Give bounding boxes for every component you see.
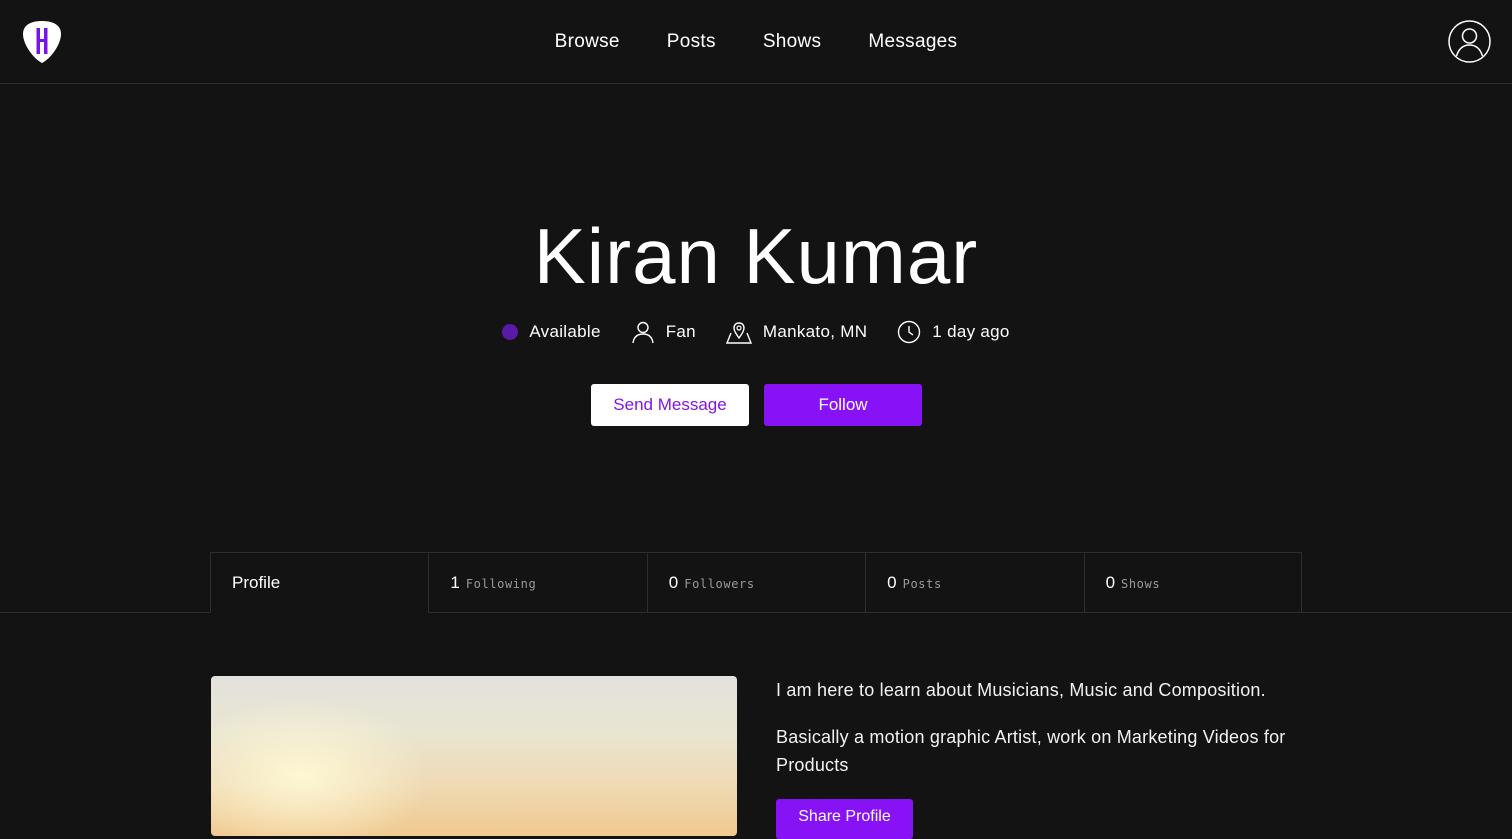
clock-icon: [898, 320, 921, 344]
bio-paragraph: I am here to learn about Musicians, Musi…: [776, 680, 1266, 700]
shows-count: 0: [1105, 572, 1116, 592]
shows-label: Shows: [1121, 577, 1161, 591]
location-label: Mankato, MN: [762, 322, 868, 341]
follow-button[interactable]: Follow: [764, 384, 922, 426]
share-profile-button[interactable]: Share Profile: [776, 799, 913, 839]
tab-following[interactable]: 1 Following: [428, 552, 647, 613]
status-dot-icon: [502, 324, 519, 340]
nav-posts[interactable]: Posts: [667, 31, 716, 53]
followers-count: 0: [668, 572, 679, 592]
tab-posts[interactable]: 0 Posts: [865, 552, 1084, 613]
profile-meta: Available Fan Mankato, MN 1 day ago: [0, 318, 1512, 346]
tab-followers[interactable]: 0 Followers: [646, 552, 866, 613]
followers-label: Followers: [684, 577, 755, 591]
posts-count: 0: [887, 572, 897, 592]
profile-actions: Send Message Follow: [591, 384, 922, 426]
top-navigation-bar: Browse Posts Shows Messages: [0, 0, 1512, 84]
tab-profile-label: Profile: [232, 572, 281, 592]
status-label: Available: [529, 322, 601, 341]
nav-browse[interactable]: Browse: [555, 31, 620, 53]
location-indicator: Mankato, MN: [725, 320, 868, 344]
tab-profile[interactable]: Profile: [210, 552, 429, 613]
main-nav: Browse Posts Shows Messages: [0, 0, 1512, 84]
send-message-button[interactable]: Send Message: [591, 384, 749, 426]
profile-tabs: Profile 1 Following 0 Followers 0 Posts …: [210, 552, 1302, 613]
profile-photo: [211, 676, 737, 836]
person-icon: [632, 321, 654, 344]
map-pin-icon: [725, 322, 752, 344]
tab-shows[interactable]: 0 Shows: [1083, 552, 1302, 613]
last-active-indicator: 1 day ago: [897, 320, 1009, 344]
last-active-label: 1 day ago: [932, 322, 1010, 341]
status-indicator: Available: [502, 322, 600, 342]
user-circle-icon[interactable]: [1448, 20, 1491, 63]
nav-messages[interactable]: Messages: [868, 31, 957, 53]
following-label: Following: [465, 577, 537, 591]
bio-paragraph: Basically a motion graphic Artist, work …: [776, 727, 1286, 775]
posts-label: Posts: [902, 577, 942, 591]
profile-name: Kiran Kumar: [533, 212, 979, 300]
following-count: 1: [450, 572, 460, 592]
role-label: Fan: [665, 322, 696, 341]
nav-shows[interactable]: Shows: [763, 31, 822, 53]
profile-bio: I am here to learn about Musicians, Musi…: [776, 676, 1306, 798]
role-indicator: Fan: [631, 320, 696, 344]
